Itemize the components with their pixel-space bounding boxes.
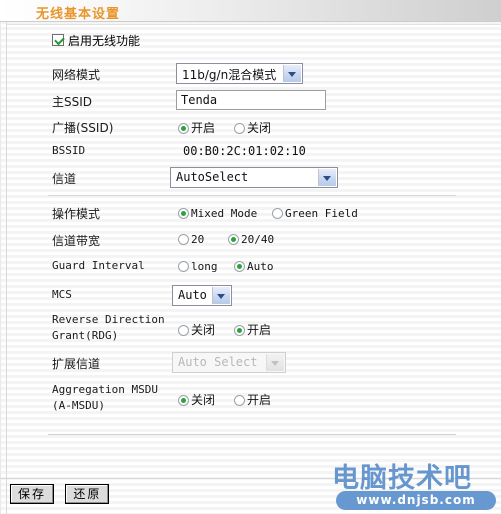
row-rdg: Reverse Direction Grant(RDG) 关闭 开启 [0,311,501,349]
radio-unselected-icon[interactable] [272,208,283,219]
header-underline [0,21,501,22]
network-mode-value: 11b/g/n混合模式 [182,68,277,82]
bssid-label: BSSID [52,144,86,157]
row-extension-channel: 扩展信道 Auto Select [0,349,501,380]
primary-ssid-label: 主SSID [52,95,93,109]
amsdu-label-line1: Aggregation MSDU [52,383,158,396]
amsdu-off-label: 关闭 [191,393,216,407]
row-network-mode: 网络模式 11b/g/n混合模式 [0,60,501,88]
channel-bandwidth-20-label: 20 [191,233,205,246]
chevron-down-icon[interactable] [283,65,301,82]
primary-ssid-input[interactable]: Tenda [176,90,326,110]
row-mcs: MCS Auto [0,281,501,311]
network-mode-select[interactable]: 11b/g/n混合模式 [176,63,303,84]
guard-interval-radio-long[interactable]: long [178,259,218,273]
rdg-on-label: 开启 [247,323,272,337]
guard-interval-radio-auto[interactable]: Auto [234,259,274,273]
mcs-value: Auto [178,288,207,302]
channel-label: 信道 [52,172,77,186]
channel-bandwidth-2040-label: 20/40 [241,233,275,246]
guard-interval-label: Guard Interval [52,259,145,272]
radio-unselected-icon[interactable] [234,395,245,406]
row-guard-interval: Guard Interval long Auto [0,254,501,281]
watermark-site-name: 电脑技术吧 [332,463,472,494]
mcs-label: MCS [52,288,72,301]
broadcast-ssid-label: 广播(SSID) [52,121,114,135]
row-operating-mode: 操作模式 Mixed Mode Green Field [0,201,501,227]
rdg-label-line2: Grant(RDG) [52,329,119,342]
row-amsdu: Aggregation MSDU (A-MSDU) 关闭 开启 [0,380,501,420]
radio-unselected-icon[interactable] [178,234,189,245]
channel-bandwidth-label: 信道带宽 [52,234,101,248]
channel-value: AutoSelect [176,170,249,184]
row-channel: 信道 AutoSelect [0,164,501,193]
amsdu-label-line2: (A-MSDU) [52,399,105,412]
radio-unselected-icon[interactable] [234,123,245,134]
row-channel-bandwidth: 信道带宽 20 20/40 [0,227,501,254]
section-divider-1 [0,193,501,201]
channel-bandwidth-radio-20[interactable]: 20 [178,232,204,246]
form-bottom-divider [48,434,456,435]
restore-button[interactable]: 还原 [65,484,110,504]
radio-selected-icon[interactable] [178,208,189,219]
row-bssid: BSSID 00:B0:2C:01:02:10 [0,140,501,164]
chevron-down-icon[interactable] [212,287,230,304]
form-actions: 保存 还原 [10,484,117,504]
operating-mode-radio-greenfield[interactable]: Green Field [272,206,358,220]
operating-mode-label: 操作模式 [52,207,101,221]
rdg-label-line1: Reverse Direction [52,313,165,326]
radio-selected-icon[interactable] [178,395,189,406]
extension-channel-select: Auto Select [172,352,286,373]
watermark: 电脑技术吧 www.dnjsb.com [330,458,500,514]
enable-wireless-label: 启用无线功能 [68,34,141,48]
operating-mode-radio-mixed[interactable]: Mixed Mode [178,206,257,220]
chevron-down-icon[interactable] [318,169,336,186]
amsdu-radio-off[interactable]: 关闭 [178,391,215,408]
row-enable-wireless: 启用无线功能 [0,26,501,60]
radio-selected-icon[interactable] [234,261,245,272]
watermark-url: www.dnjsb.com [356,493,476,507]
router-wireless-settings-page: 无线基本设置 启用无线功能 网络模式 11b/g/n混合模式 主SSID Ten… [0,0,501,514]
mcs-select[interactable]: Auto [172,285,232,306]
rdg-radio-off[interactable]: 关闭 [178,321,215,338]
channel-select[interactable]: AutoSelect [170,167,338,188]
amsdu-radio-on[interactable]: 开启 [234,391,271,408]
operating-mode-greenfield-label: Green Field [285,207,358,220]
save-button[interactable]: 保存 [10,484,55,504]
radio-unselected-icon[interactable] [178,261,189,272]
guard-interval-auto-label: Auto [247,260,274,273]
wireless-settings-form: 启用无线功能 网络模式 11b/g/n混合模式 主SSID Tenda 广播(S… [0,26,501,420]
broadcast-ssid-radio-on[interactable]: 开启 [178,119,215,136]
operating-mode-mixed-label: Mixed Mode [191,207,258,220]
channel-bandwidth-radio-2040[interactable]: 20/40 [228,232,274,246]
amsdu-on-label: 开启 [247,393,272,407]
broadcast-ssid-off-label: 关闭 [247,121,272,135]
rdg-off-label: 关闭 [191,323,216,337]
broadcast-ssid-on-label: 开启 [191,121,216,135]
page-title: 无线基本设置 [36,7,121,22]
enable-wireless-checkbox[interactable] [52,34,64,46]
chevron-down-icon [266,354,284,371]
extension-channel-label: 扩展信道 [52,357,101,371]
radio-selected-icon[interactable] [178,123,189,134]
network-mode-label: 网络模式 [52,68,101,82]
page-header: 无线基本设置 [0,0,501,22]
row-broadcast-ssid: 广播(SSID) 开启 关闭 [0,115,501,140]
radio-selected-icon[interactable] [228,234,239,245]
bssid-value: 00:B0:2C:01:02:10 [183,144,306,158]
row-primary-ssid: 主SSID Tenda [0,88,501,115]
rdg-radio-on[interactable]: 开启 [234,321,271,338]
radio-selected-icon[interactable] [234,325,245,336]
broadcast-ssid-radio-off[interactable]: 关闭 [234,119,271,136]
content-top-rule [7,24,501,25]
extension-channel-value: Auto Select [178,355,258,369]
guard-interval-long-label: long [191,260,218,273]
radio-unselected-icon[interactable] [178,325,189,336]
